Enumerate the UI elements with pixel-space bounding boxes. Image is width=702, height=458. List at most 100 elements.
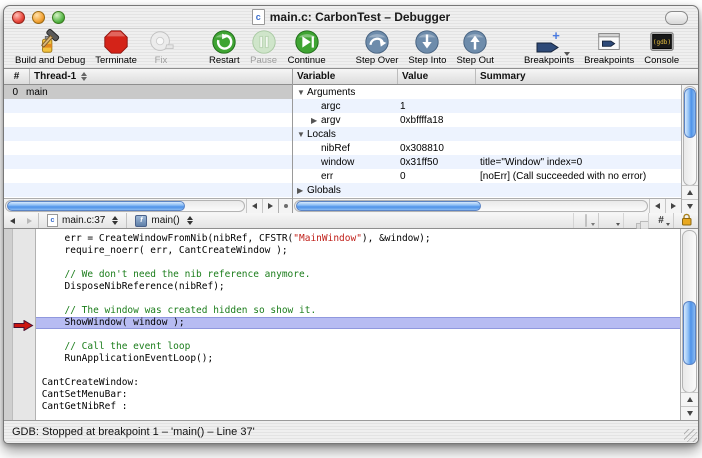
variable-row[interactable]: window 0x31ff50 title="Window" index=0 [293,155,681,169]
disclosure-triangle-icon[interactable]: ▶ [297,186,307,195]
toolbar-button-console[interactable]: (gdb) Console [639,28,684,66]
code-line[interactable]: CantCreateWindow: [36,377,681,389]
resize-grip[interactable] [684,429,697,442]
zoom-button[interactable] [52,11,65,24]
variable-vertical-scrollbar[interactable] [681,85,698,213]
column-header-summary[interactable]: Summary [476,69,698,84]
function-popup[interactable]: f main() [127,213,200,228]
variable-row[interactable]: nibRef 0x308810 [293,141,681,155]
lock-icon [681,213,692,229]
breakpoints-popup-button[interactable] [598,213,623,228]
line-numbers-popup-button[interactable]: # [648,213,673,228]
lock-button[interactable] [673,213,698,228]
scrollbar-thumb[interactable] [296,201,481,211]
popup-arrows-icon [187,216,193,225]
code-line[interactable]: // The window was created hidden so show… [36,305,681,317]
editor-gutter[interactable] [4,229,36,420]
scroll-down-button[interactable] [681,406,698,420]
close-button[interactable] [12,11,25,24]
variable-name: argc [321,101,340,112]
variable-horizontal-scrollbar[interactable] [293,198,681,213]
code-line[interactable]: RunApplicationEventLoop(); [36,353,681,365]
debug-panes: # Thread-1 0 main [4,69,698,213]
code-area[interactable]: err = CreateWindowFromNib(nibRef, CFSTR(… [36,229,681,420]
disclosure-triangle-icon[interactable]: ▼ [297,130,307,139]
scroll-down-button[interactable] [682,199,698,213]
toolbar-button-continue[interactable]: Continue [283,28,331,66]
svg-text:+: + [552,28,560,43]
toolbar-button-breakpoints-add[interactable]: + Breakpoints [519,28,579,66]
disclosure-triangle-icon[interactable]: ▼ [297,88,307,97]
toolbar-button-step-out[interactable]: Step Out [451,28,499,66]
hash-icon: # [658,215,664,226]
scroll-up-button[interactable] [681,392,698,406]
thread-row[interactable]: 0 main [4,85,292,99]
column-header-variable[interactable]: Variable [293,69,398,84]
toolbar-button-pause: Pause [245,28,283,66]
toolbar-button-step-over[interactable]: Step Over [351,28,404,66]
scroll-left-button[interactable] [649,199,665,213]
code-line[interactable]: require_noerr( err, CantCreateWindow ); [36,245,681,257]
toolbar-button-label: Fix [155,56,168,66]
toolbar-button-terminate[interactable]: Terminate [90,28,142,66]
program-counter-arrow-icon[interactable] [13,318,34,329]
variable-row[interactable]: ▶ Globals [293,183,681,197]
scrollbar-track[interactable] [5,200,245,212]
scrollbar-thumb[interactable] [684,88,696,138]
scrollbar-track[interactable] [682,230,697,393]
variable-value [398,85,476,99]
empty-row [4,141,292,155]
column-header-value[interactable]: Value [398,69,476,84]
menu-arrow-icon [616,223,620,226]
variable-row[interactable]: ▼ Arguments [293,85,681,99]
code-line[interactable] [36,329,681,341]
column-header-number[interactable]: # [4,69,30,84]
code-line[interactable]: // Call the event loop [36,341,681,353]
minimize-button[interactable] [32,11,45,24]
code-line[interactable]: CantGetNibRef : [36,401,681,413]
toolbar-button-restart[interactable]: Restart [204,28,245,66]
scrollbar-thumb[interactable] [683,301,696,365]
scroll-right-button[interactable] [665,199,681,213]
window-controls [12,11,65,24]
scrollbar-thumb[interactable] [7,201,185,211]
code-line[interactable] [36,257,681,269]
code-line[interactable]: DisposeNibReference(nibRef); [36,281,681,293]
code-line[interactable] [36,293,681,305]
toolbar-button-label: Console [644,56,679,66]
empty-row [4,155,292,169]
variable-row[interactable]: ▼ Locals [293,127,681,141]
debugger-window: c main.c: CarbonTest – Debugger Build an… [3,5,699,444]
scrollbar-track[interactable] [683,86,697,186]
document-icon: c [252,9,265,25]
code-line[interactable] [36,365,681,377]
variable-list: ▼ Arguments argc 1 ▶ argv 0xbffffa18 ▼ L… [293,85,681,198]
step-out-circle-icon [461,28,489,56]
column-header-thread[interactable]: Thread-1 [30,69,292,84]
source-editor[interactable]: err = CreateWindowFromNib(nibRef, CFSTR(… [4,229,698,420]
pane-splitter-handle[interactable] [278,199,292,213]
code-line[interactable]: CantSetMenuBar: [36,389,681,401]
file-popup[interactable]: c main.c:37 [39,213,126,228]
code-line[interactable]: err = CreateWindowFromNib(nibRef, CFSTR(… [36,233,681,245]
variable-row[interactable]: err 0 [noErr] (Call succeeded with no er… [293,169,681,183]
current-execution-line[interactable]: ShowWindow( window ); [36,317,681,329]
toolbar-button-label: Breakpoints [524,56,574,66]
scroll-right-button[interactable] [262,199,278,213]
back-button[interactable] [4,213,21,228]
scroll-left-button[interactable] [246,199,262,213]
titlebar[interactable]: c main.c: CarbonTest – Debugger [4,6,698,29]
variable-value: 1 [398,99,476,113]
toolbar-toggle-button[interactable] [665,11,688,25]
code-line[interactable]: // We don't need the nib reference anymo… [36,269,681,281]
thread-horizontal-scrollbar[interactable] [4,198,292,213]
toolbar-button-step-into[interactable]: Step Into [403,28,451,66]
editor-vertical-scrollbar[interactable] [680,229,698,420]
toolbar-button-breakpoints[interactable]: Breakpoints [579,28,639,66]
variable-row[interactable]: argc 1 [293,99,681,113]
disclosure-triangle-icon[interactable]: ▶ [311,116,321,125]
scroll-up-button[interactable] [682,185,698,199]
toolbar-button-build-and-debug[interactable]: Build and Debug [10,28,90,66]
scrollbar-track[interactable] [294,200,648,212]
variable-row[interactable]: ▶ argv 0xbffffa18 [293,113,681,127]
